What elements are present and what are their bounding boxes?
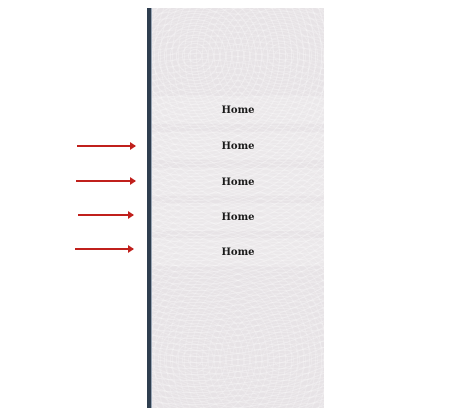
menu-item-home-3[interactable]: Home	[152, 168, 324, 196]
right-arrow-icon	[75, 245, 134, 253]
right-arrow-icon	[77, 142, 136, 150]
menu-item-home-5[interactable]: Home	[152, 238, 324, 266]
menu-item-home-1[interactable]: Home	[152, 96, 324, 124]
menu-item-label: Home	[221, 140, 255, 152]
menu-item-label: Home	[221, 104, 255, 116]
menu-item-home-4[interactable]: Home	[152, 203, 324, 231]
screen: Home Home Home Home Home	[0, 0, 474, 408]
right-arrow-icon	[76, 177, 136, 185]
menu-item-label: Home	[221, 211, 255, 223]
right-arrow-icon	[78, 211, 134, 219]
menu-item-label: Home	[221, 176, 255, 188]
menu-item-home-2[interactable]: Home	[152, 132, 324, 160]
menu-item-label: Home	[221, 246, 255, 258]
vertical-menu: Home Home Home Home Home	[152, 8, 324, 408]
